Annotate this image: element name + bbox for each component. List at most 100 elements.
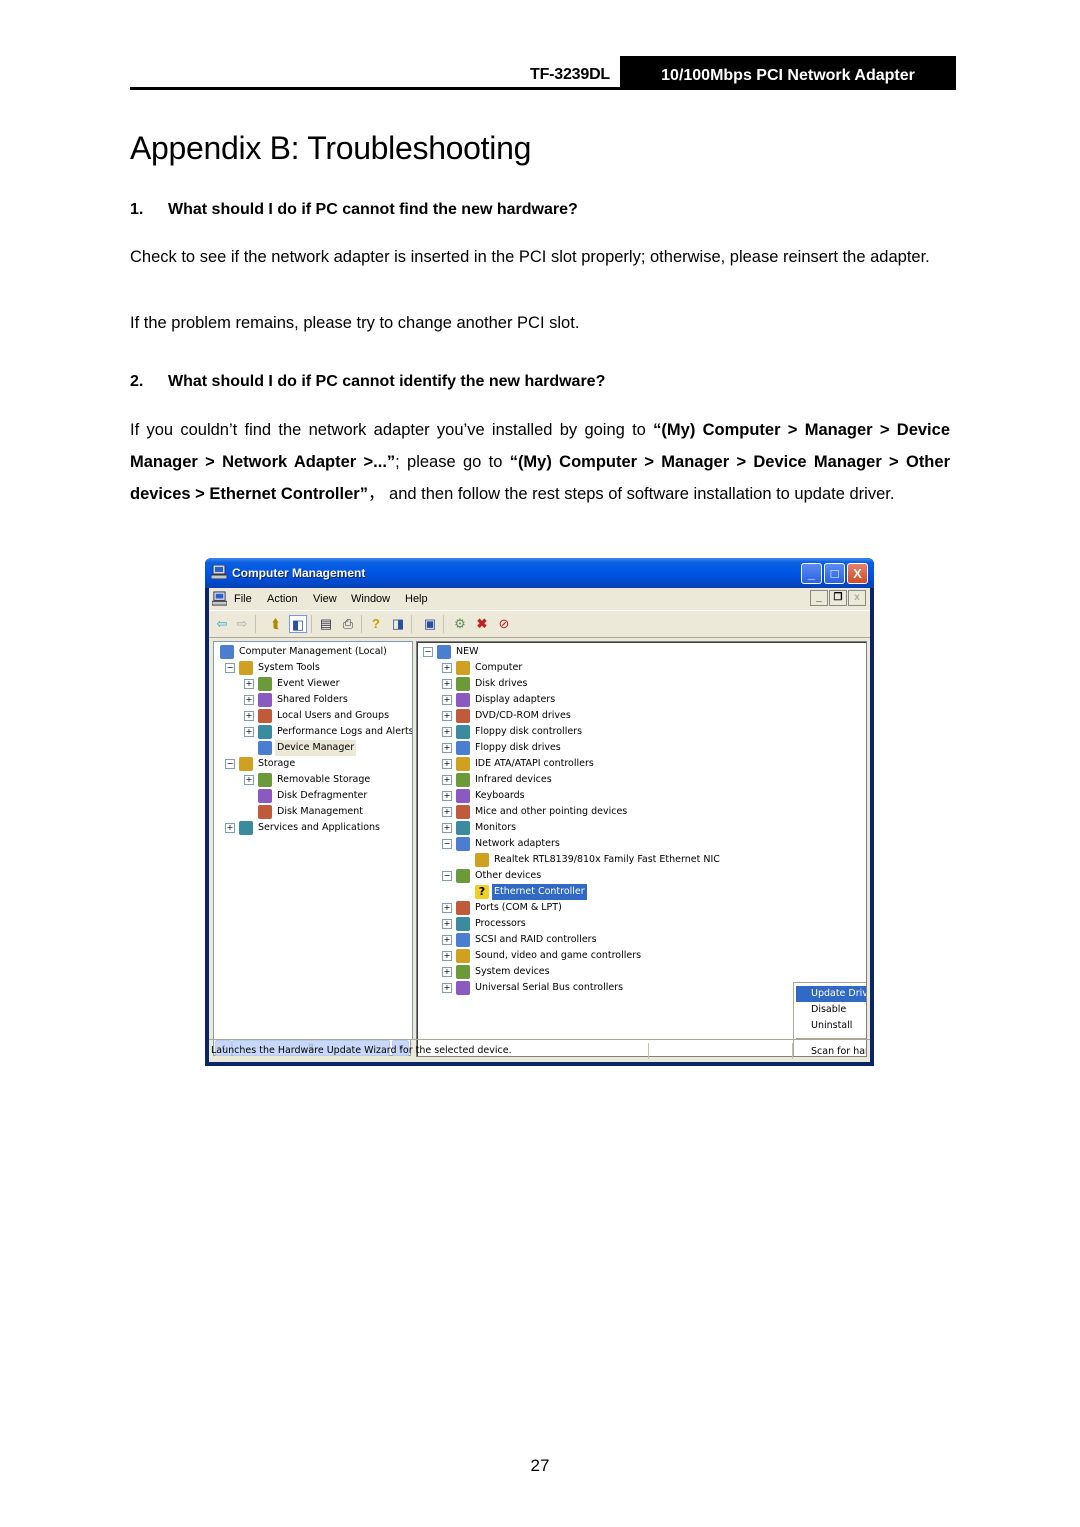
tree-item-realtek-rtl8139-810x-family-fast-ethernet-nic[interactable]: Realtek RTL8139/810x Family Fast Etherne… bbox=[417, 852, 866, 868]
tree-item-device-manager[interactable]: Device Manager bbox=[214, 740, 412, 756]
page-number: 27 bbox=[530, 1456, 550, 1475]
minimize-button[interactable]: _ bbox=[801, 563, 822, 584]
tree-item-dvd-cd-rom-drives[interactable]: + DVD/CD-ROM drives bbox=[417, 708, 866, 724]
collapse-icon[interactable]: − bbox=[423, 647, 433, 657]
tree-item-label: Infrared devices bbox=[475, 774, 552, 785]
tree-item-monitors[interactable]: + Monitors bbox=[417, 820, 866, 836]
tree-item-floppy-disk-controllers[interactable]: + Floppy disk controllers bbox=[417, 724, 866, 740]
expand-icon[interactable]: + bbox=[442, 775, 452, 785]
tree-item-sound-video-and-game-controllers[interactable]: + Sound, video and game controllers bbox=[417, 948, 866, 964]
floppy-disk-drives-icon bbox=[456, 741, 470, 755]
expand-icon[interactable]: + bbox=[442, 759, 452, 769]
context-item-disable[interactable]: Disable bbox=[796, 1002, 866, 1018]
expand-icon[interactable]: + bbox=[225, 823, 235, 833]
expand-icon[interactable]: + bbox=[442, 823, 452, 833]
forward-icon[interactable]: ⇨ bbox=[233, 615, 251, 633]
expand-icon[interactable]: + bbox=[442, 695, 452, 705]
tree-item-disk-drives[interactable]: + Disk drives bbox=[417, 676, 866, 692]
tree-item-scsi-and-raid-controllers[interactable]: + SCSI and RAID controllers bbox=[417, 932, 866, 948]
tree-item-performance-logs-and-alerts[interactable]: + Performance Logs and Alerts bbox=[214, 724, 412, 740]
tree-item-keyboards[interactable]: + Keyboards bbox=[417, 788, 866, 804]
tree-item-label: NEW bbox=[456, 646, 479, 657]
tree-item-ethernet-controller[interactable]: ? Ethernet Controller bbox=[417, 883, 866, 901]
up-folder-icon[interactable]: ⮬ bbox=[267, 615, 285, 633]
menu-help[interactable]: Help bbox=[405, 593, 428, 605]
tree-item-disk-defragmenter[interactable]: Disk Defragmenter bbox=[214, 788, 412, 804]
collapse-icon[interactable]: − bbox=[225, 759, 235, 769]
expand-icon[interactable]: + bbox=[442, 679, 452, 689]
back-icon[interactable]: ⇦ bbox=[213, 615, 231, 633]
collapse-icon[interactable]: − bbox=[442, 871, 452, 881]
collapse-icon[interactable]: − bbox=[225, 663, 235, 673]
tree-item-processors[interactable]: + Processors bbox=[417, 916, 866, 932]
expand-icon[interactable]: + bbox=[442, 791, 452, 801]
mdi-restore-button[interactable]: ❐ bbox=[829, 590, 847, 606]
mdi-close-button[interactable]: x bbox=[848, 590, 866, 606]
expand-icon[interactable]: + bbox=[442, 967, 452, 977]
help-icon[interactable]: ? bbox=[367, 615, 385, 633]
tree-item-system-devices[interactable]: + System devices bbox=[417, 964, 866, 980]
expand-icon[interactable]: + bbox=[442, 663, 452, 673]
tree-item-shared-folders[interactable]: + Shared Folders bbox=[214, 692, 412, 708]
menu-action[interactable]: Action bbox=[267, 593, 298, 605]
tree-item-computer-management-local[interactable]: Computer Management (Local) bbox=[214, 644, 412, 660]
close-button[interactable]: X bbox=[847, 563, 868, 584]
question-2: 2. What should I do if PC cannot identify… bbox=[130, 373, 605, 391]
menu-file[interactable]: File bbox=[234, 593, 252, 605]
disable-icon[interactable]: ⊘ bbox=[495, 615, 513, 633]
event-viewer-icon bbox=[258, 677, 272, 691]
expand-icon[interactable]: + bbox=[442, 983, 452, 993]
properties-icon[interactable]: ▤ bbox=[317, 615, 335, 633]
tree-item-system-tools[interactable]: − System Tools bbox=[214, 660, 412, 676]
expand-icon[interactable]: + bbox=[244, 711, 254, 721]
tree-item-label: Ports (COM & LPT) bbox=[475, 902, 562, 913]
tree-item-local-users-and-groups[interactable]: + Local Users and Groups bbox=[214, 708, 412, 724]
expand-icon[interactable]: + bbox=[442, 727, 452, 737]
uninstall-icon[interactable]: ✖ bbox=[473, 615, 491, 633]
title-bar[interactable]: Computer Management _ □ X bbox=[205, 558, 874, 588]
expand-icon[interactable]: + bbox=[244, 695, 254, 705]
menu-view[interactable]: View bbox=[313, 593, 337, 605]
expand-icon[interactable]: + bbox=[442, 919, 452, 929]
mdi-minimize-button[interactable]: _ bbox=[810, 590, 828, 606]
maximize-button[interactable]: □ bbox=[824, 563, 845, 584]
tree-item-floppy-disk-drives[interactable]: + Floppy disk drives bbox=[417, 740, 866, 756]
tree-item-display-adapters[interactable]: + Display adapters bbox=[417, 692, 866, 708]
context-item-update-driver[interactable]: Update Driver... bbox=[796, 986, 866, 1002]
monitors-icon bbox=[456, 821, 470, 835]
tree-item-disk-management[interactable]: Disk Management bbox=[214, 804, 412, 820]
expand-icon[interactable]: + bbox=[442, 743, 452, 753]
expand-icon[interactable]: + bbox=[442, 711, 452, 721]
tree-item-mice-and-other-pointing-devices[interactable]: + Mice and other pointing devices bbox=[417, 804, 866, 820]
tree-item-removable-storage[interactable]: + Removable Storage bbox=[214, 772, 412, 788]
tree-item-event-viewer[interactable]: + Event Viewer bbox=[214, 676, 412, 692]
menu-window[interactable]: Window bbox=[351, 593, 390, 605]
expand-icon[interactable]: + bbox=[244, 775, 254, 785]
expand-icon[interactable]: + bbox=[442, 903, 452, 913]
window-title: Computer Management bbox=[232, 566, 366, 580]
tree-item-ports-com-lpt[interactable]: + Ports (COM & LPT) bbox=[417, 900, 866, 916]
tree-item-new[interactable]: − NEW bbox=[417, 644, 866, 660]
tree-item-network-adapters[interactable]: − Network adapters bbox=[417, 836, 866, 852]
expand-icon[interactable]: + bbox=[244, 727, 254, 737]
tree-item-other-devices[interactable]: − Other devices bbox=[417, 868, 866, 884]
expand-icon[interactable]: + bbox=[442, 807, 452, 817]
expand-icon[interactable]: + bbox=[244, 679, 254, 689]
print-icon[interactable]: ⎙ bbox=[339, 615, 357, 633]
collapse-icon[interactable]: − bbox=[442, 839, 452, 849]
tree-item-ide-ata-atapi-controllers[interactable]: + IDE ATA/ATAPI controllers bbox=[417, 756, 866, 772]
context-item-uninstall[interactable]: Uninstall bbox=[796, 1018, 866, 1034]
update-driver-icon[interactable]: ⚙ bbox=[451, 615, 469, 633]
show-hide-action-pane-icon[interactable]: ◨ bbox=[389, 615, 407, 633]
dvd-cd-rom-drives-icon bbox=[456, 709, 470, 723]
mmc-icon[interactable] bbox=[212, 591, 227, 606]
tree-item-computer[interactable]: + Computer bbox=[417, 660, 866, 676]
show-hide-tree-icon[interactable]: ◧ bbox=[289, 615, 307, 633]
tree-item-services-and-applications[interactable]: + Services and Applications bbox=[214, 820, 412, 836]
tree-item-infrared-devices[interactable]: + Infrared devices bbox=[417, 772, 866, 788]
expand-icon[interactable]: + bbox=[442, 951, 452, 961]
question-number: 1. bbox=[130, 201, 144, 218]
scan-hardware-icon[interactable]: ▣ bbox=[421, 615, 439, 633]
tree-item-storage[interactable]: − Storage bbox=[214, 756, 412, 772]
expand-icon[interactable]: + bbox=[442, 935, 452, 945]
